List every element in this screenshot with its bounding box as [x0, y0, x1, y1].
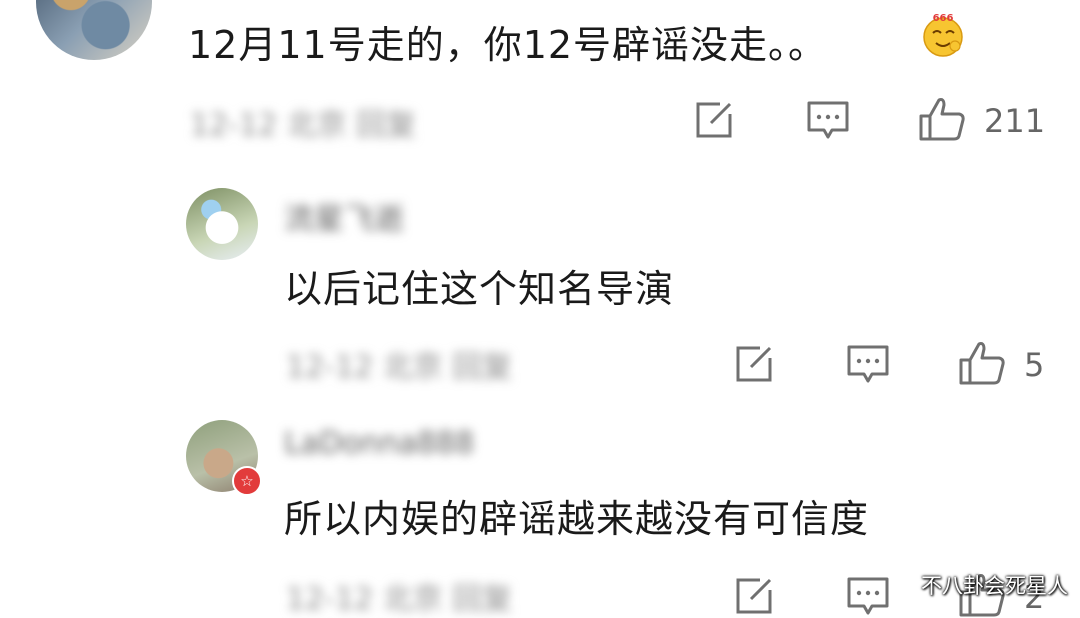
- reply-icon[interactable]: [846, 344, 890, 384]
- like-icon[interactable]: [958, 340, 1006, 386]
- avatar[interactable]: [186, 188, 258, 260]
- like-count: 5: [1024, 346, 1045, 384]
- verified-badge-icon: ☆: [232, 466, 262, 496]
- watermark: 不八卦会死星人: [921, 574, 1068, 598]
- share-icon[interactable]: [734, 344, 774, 384]
- reply-username[interactable]: LaDonna888: [284, 426, 474, 461]
- 666-face-emoji-icon: 666: [923, 13, 963, 57]
- share-icon[interactable]: [694, 100, 734, 140]
- share-icon[interactable]: [734, 576, 774, 616]
- reply-icon[interactable]: [846, 576, 890, 616]
- reply-meta: 12-12 北京 回复: [286, 350, 513, 385]
- comment-meta: 12-12 北京 回复: [190, 108, 417, 143]
- like-count: 211: [984, 102, 1046, 140]
- svg-text:666: 666: [933, 13, 954, 24]
- like-icon[interactable]: [918, 96, 966, 142]
- reply-text: 以后记住这个知名导演: [284, 267, 675, 311]
- reply-icon[interactable]: [806, 100, 850, 140]
- avatar[interactable]: [36, 0, 152, 60]
- comment-text: 12月11号走的，你12号辟谣没走。。: [188, 23, 828, 67]
- reply-username[interactable]: 流星飞逝: [284, 194, 404, 238]
- reply-text: 所以内娱的辟谣越来越没有可信度: [284, 497, 870, 541]
- reply-meta: 12-12 北京 回复: [286, 582, 513, 617]
